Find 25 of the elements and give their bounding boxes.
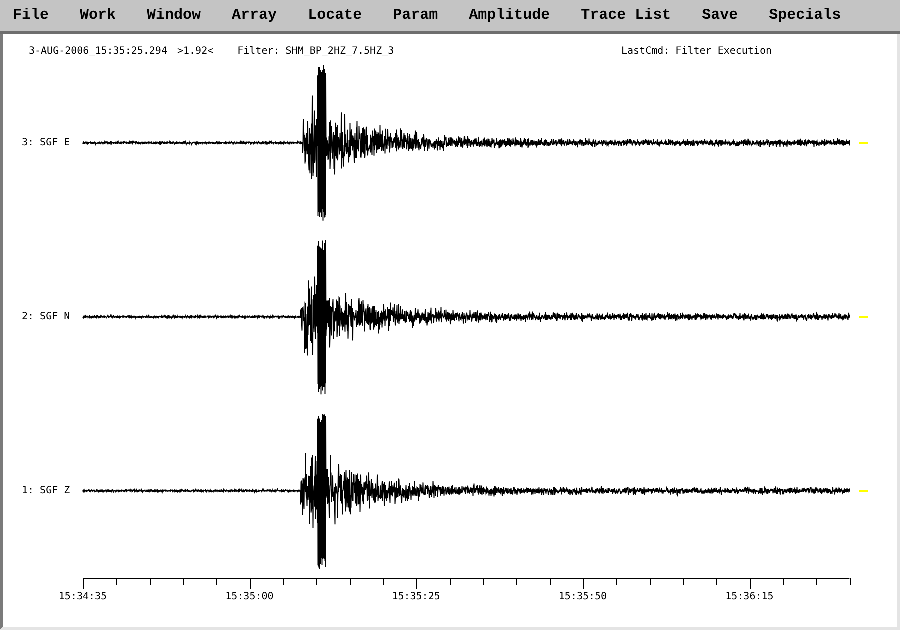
menu-item[interactable]: Trace List (581, 7, 672, 24)
menu-item[interactable]: Work (80, 7, 116, 24)
menu-item[interactable]: Specials (769, 7, 842, 24)
trace-label: 2: SGF N (22, 312, 70, 322)
trace-marker-icon (859, 490, 868, 492)
menu-item[interactable]: Save (702, 7, 738, 24)
scale-factor-text: >1.92< (177, 46, 214, 56)
menu-item[interactable]: Window (147, 7, 202, 24)
timestamp-text: 3-AUG-2006_15:35:25.294 (29, 46, 168, 56)
menu-item[interactable]: Amplitude (469, 7, 550, 24)
menu-item[interactable]: Locate (308, 7, 362, 24)
time-tick-label: 15:34:35 (58, 592, 108, 602)
time-tick-label: 15:35:25 (392, 592, 440, 602)
time-tick-label: 15:35:00 (226, 592, 274, 602)
menu-item[interactable]: File (13, 7, 50, 24)
trace-marker-icon (859, 142, 868, 144)
trace-label: 3: SGF E (22, 138, 70, 148)
trace-marker-icon (859, 316, 868, 318)
time-tick-label: 15:35:50 (558, 592, 608, 602)
menu-item[interactable]: Array (232, 7, 278, 24)
filter-text: Filter: SHM_BP_2HZ_7.5HZ_3 (238, 46, 394, 56)
trace-label: 1: SGF Z (22, 486, 70, 496)
menu-item[interactable]: Param (393, 7, 438, 24)
last-command-text: LastCmd: Filter Execution (621, 46, 772, 56)
time-tick-label: 15:36:15 (726, 592, 774, 602)
